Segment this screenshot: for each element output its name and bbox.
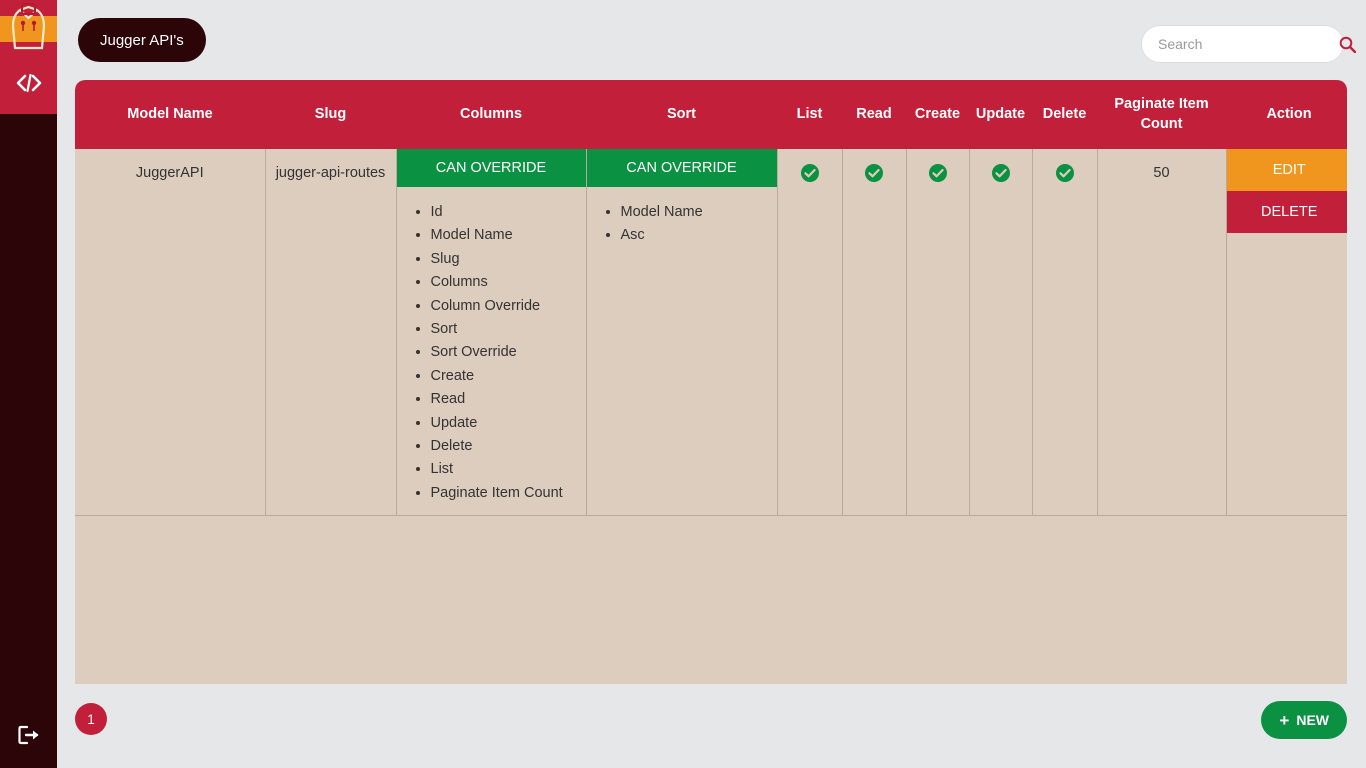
cell-columns: CAN OVERRIDE Id Model Name Slug Columns … <box>396 149 587 517</box>
column-header-delete[interactable]: Delete <box>1032 80 1097 149</box>
search-box[interactable] <box>1141 25 1357 63</box>
list-item: Model Name <box>621 201 767 224</box>
column-header-list[interactable]: List <box>777 80 842 149</box>
sidebar-item-api-routes[interactable] <box>0 57 57 114</box>
model-name-value: JuggerAPI <box>135 165 204 181</box>
cell-update <box>969 149 1033 517</box>
cell-action: EDIT DELETE <box>1226 149 1347 517</box>
add-new-label: NEW <box>1296 712 1329 728</box>
check-icon <box>991 163 1011 183</box>
column-header-slug[interactable]: Slug <box>265 80 396 149</box>
sidebar-item-logo[interactable] <box>0 0 57 57</box>
check-icon <box>928 163 948 183</box>
cell-paginate-item-count: 50 <box>1097 149 1227 517</box>
table-header: Model Name Slug Columns Sort List Read C… <box>75 80 1347 149</box>
cell-read <box>842 149 907 517</box>
column-header-create[interactable]: Create <box>906 80 969 149</box>
code-icon <box>16 73 42 99</box>
sidebar <box>0 0 57 768</box>
list-item: Model Name <box>431 224 576 247</box>
slug-value: jugger-api-routes <box>275 165 386 181</box>
list-item: Asc <box>621 224 767 247</box>
column-header-update[interactable]: Update <box>969 80 1032 149</box>
column-header-model-name[interactable]: Model Name <box>75 80 265 149</box>
search-icon[interactable] <box>1339 36 1357 53</box>
list-item: Sort Override <box>431 341 576 364</box>
sidebar-item-logout[interactable] <box>0 706 57 768</box>
column-header-columns[interactable]: Columns <box>396 80 586 149</box>
cell-create <box>906 149 970 517</box>
list-item: Sort <box>431 318 576 341</box>
list-item: Delete <box>431 435 576 458</box>
columns-list: Id Model Name Slug Columns Column Overri… <box>397 187 586 515</box>
table-body: JuggerAPI jugger-api-routes CAN OVERRIDE… <box>75 149 1347 517</box>
table-card: Model Name Slug Columns Sort List Read C… <box>75 80 1347 684</box>
list-item: Id <box>431 201 576 224</box>
page-title: Jugger API's <box>78 18 206 62</box>
list-item: Update <box>431 412 576 435</box>
list-item: Column Override <box>431 295 576 318</box>
cell-slug: jugger-api-routes <box>265 149 397 517</box>
add-new-button[interactable]: + NEW <box>1261 701 1347 739</box>
pagination-page-1[interactable]: 1 <box>75 703 107 735</box>
cell-sort: CAN OVERRIDE Model Name Asc <box>586 149 778 517</box>
table-row: JuggerAPI jugger-api-routes CAN OVERRIDE… <box>75 149 1347 517</box>
sort-override-badge: CAN OVERRIDE <box>586 149 777 187</box>
column-header-read[interactable]: Read <box>842 80 906 149</box>
check-icon <box>1055 163 1075 183</box>
list-item: List <box>431 458 576 481</box>
plus-icon: + <box>1279 710 1290 730</box>
list-item: Read <box>431 388 576 411</box>
sort-list: Model Name Asc <box>587 187 777 258</box>
paginate-item-count-value: 50 <box>1153 165 1170 181</box>
columns-override-badge: CAN OVERRIDE <box>396 149 586 187</box>
delete-button[interactable]: DELETE <box>1226 191 1347 233</box>
jugger-logo-icon <box>0 0 57 57</box>
logout-icon <box>17 724 41 751</box>
cell-model-name: JuggerAPI <box>75 149 266 517</box>
edit-button[interactable]: EDIT <box>1226 149 1347 191</box>
cell-list <box>777 149 843 517</box>
column-header-paginate-item-count[interactable]: Paginate Item Count <box>1097 80 1226 149</box>
topbar: Jugger API's <box>57 0 1366 80</box>
search-input[interactable] <box>1158 36 1339 52</box>
column-header-sort[interactable]: Sort <box>586 80 777 149</box>
list-item: Slug <box>431 248 576 271</box>
list-item: Paginate Item Count <box>431 482 576 505</box>
column-header-action[interactable]: Action <box>1226 80 1347 149</box>
list-item: Create <box>431 365 576 388</box>
check-icon <box>864 163 884 183</box>
list-item: Columns <box>431 271 576 294</box>
api-routes-table: Model Name Slug Columns Sort List Read C… <box>75 80 1347 517</box>
check-icon <box>800 163 820 183</box>
app-root: Jugger API's Model Name Slug <box>0 0 1366 768</box>
table-header-row: Model Name Slug Columns Sort List Read C… <box>75 80 1347 149</box>
cell-delete <box>1032 149 1098 517</box>
